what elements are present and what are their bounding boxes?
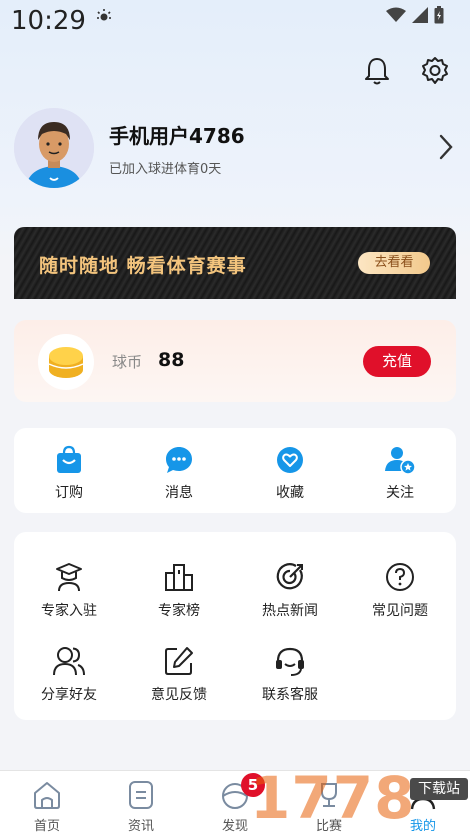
tool-customer-service[interactable]: 联系客服	[235, 644, 345, 704]
quick-item-label: 收藏	[276, 485, 304, 501]
coin-card: 球币 88 充值	[14, 320, 456, 402]
status-bar: 10:29	[0, 0, 470, 40]
settings-button[interactable]	[418, 54, 452, 88]
bell-icon	[365, 58, 389, 85]
chevron-right-icon	[439, 134, 453, 160]
quick-item-orders[interactable]: 订购	[14, 444, 124, 502]
avatar[interactable]	[14, 108, 94, 188]
gear-icon	[422, 57, 448, 84]
coin-stack-icon	[48, 347, 84, 378]
bag-icon	[57, 445, 81, 473]
joined-days: 已加入球进体育0天	[109, 162, 222, 177]
tool-expert-rank[interactable]: 专家榜	[124, 560, 234, 620]
quick-item-label: 消息	[165, 485, 193, 501]
tab-label: 资讯	[127, 819, 154, 834]
quick-item-label: 关注	[386, 485, 414, 501]
tool-feedback[interactable]: 意见反馈	[124, 644, 234, 704]
edit-icon	[165, 647, 193, 675]
watermark-logo: 1778	[250, 764, 416, 832]
tool-label: 热点新闻	[262, 603, 318, 619]
tool-label: 分享好友	[41, 687, 97, 703]
signal-icon	[412, 7, 428, 23]
top-actions	[360, 54, 452, 88]
tool-label: 专家榜	[158, 603, 200, 619]
promo-banner[interactable]: 随时随地 畅看体育赛事 去看看	[14, 227, 456, 299]
graduation-cap-icon	[56, 563, 82, 592]
coin-label: 球币	[112, 353, 143, 371]
tool-label: 意见反馈	[151, 687, 207, 703]
profile-card[interactable]: 手机用户4786 已加入球进体育0天	[14, 108, 456, 190]
tool-label: 联系客服	[262, 687, 318, 703]
coin-balance: 88	[158, 349, 185, 371]
tab-news[interactable]: 资讯	[94, 779, 188, 834]
heart-icon	[277, 447, 303, 473]
username: 手机用户4786	[109, 124, 245, 148]
tool-expert-join[interactable]: 专家入驻	[14, 560, 124, 620]
battery-icon	[434, 6, 444, 24]
document-icon	[129, 781, 153, 809]
recharge-button[interactable]: 充值	[363, 346, 431, 377]
tool-label: 常见问题	[372, 603, 428, 619]
watermark-badge: 下载站	[410, 778, 468, 800]
tool-faq[interactable]: 常见问题	[345, 560, 455, 620]
brightness-icon	[97, 9, 111, 21]
banner-go-button[interactable]: 去看看	[358, 252, 430, 274]
quick-item-label: 订购	[55, 485, 83, 501]
notification-button[interactable]	[360, 54, 394, 88]
tab-label: 首页	[33, 819, 60, 834]
quick-item-favorites[interactable]: 收藏	[235, 444, 345, 502]
tool-hot-news[interactable]: 热点新闻	[235, 560, 345, 620]
tool-label: 专家入驻	[41, 603, 97, 619]
avatar-illustration	[14, 108, 94, 188]
quick-item-following[interactable]: 关注	[345, 444, 455, 502]
quick-item-messages[interactable]: 消息	[124, 444, 234, 502]
users-icon	[53, 647, 85, 676]
question-icon	[386, 563, 414, 591]
user-star-icon	[385, 447, 416, 475]
status-time: 10:29	[11, 6, 86, 36]
tab-home[interactable]: 首页	[0, 779, 94, 834]
wifi-icon	[386, 7, 406, 22]
tool-share[interactable]: 分享好友	[14, 644, 124, 704]
chat-icon	[166, 447, 192, 473]
banner-text: 随时随地 畅看体育赛事	[39, 255, 247, 277]
status-icons	[386, 6, 444, 24]
coin-icon-wrap	[38, 334, 94, 390]
home-icon	[34, 782, 60, 809]
headset-icon	[276, 647, 304, 676]
tools-grid: 专家入驻 专家榜 热点新闻 常见问题 分享好友 意见反馈 联系客服	[14, 532, 456, 720]
buildings-icon	[165, 564, 193, 591]
target-icon	[276, 563, 303, 590]
quick-actions: 订购 消息 收藏 关注	[14, 428, 456, 513]
